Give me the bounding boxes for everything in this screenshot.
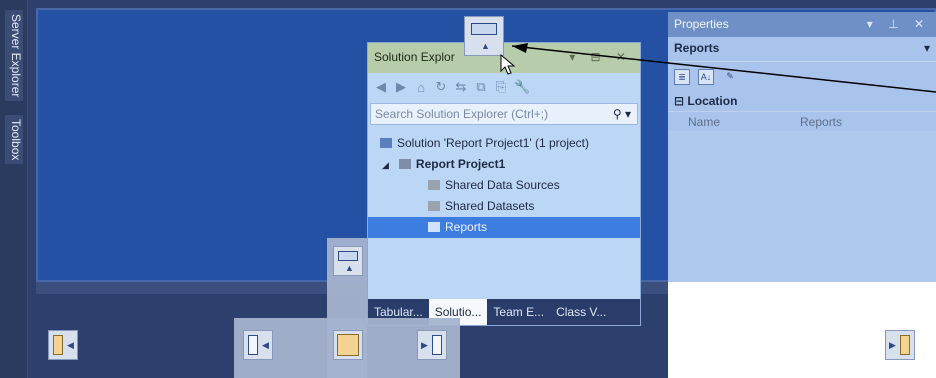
mouse-cursor-icon — [500, 54, 516, 75]
callout-arrowhead — [512, 43, 528, 53]
callout-line — [511, 43, 936, 93]
